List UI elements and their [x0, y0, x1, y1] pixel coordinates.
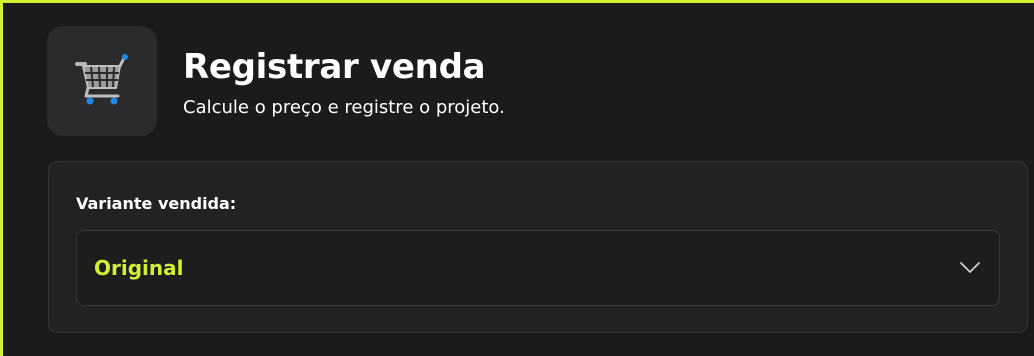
- chevron-down-icon: [960, 262, 980, 273]
- shopping-cart-icon: [75, 54, 128, 105]
- page-subtitle: Calcule o preço e registre o projeto.: [183, 97, 505, 118]
- variant-label: Variante vendida:: [76, 194, 237, 213]
- variant-selected-value: Original: [94, 256, 184, 280]
- variant-select[interactable]: Original: [76, 230, 1000, 306]
- page-title: Registrar venda: [183, 47, 486, 87]
- header-icon-box: [47, 26, 157, 136]
- variant-card: Variante vendida: Original: [48, 161, 1028, 333]
- window-frame: Registrar venda Calcule o preço e regist…: [0, 0, 1034, 356]
